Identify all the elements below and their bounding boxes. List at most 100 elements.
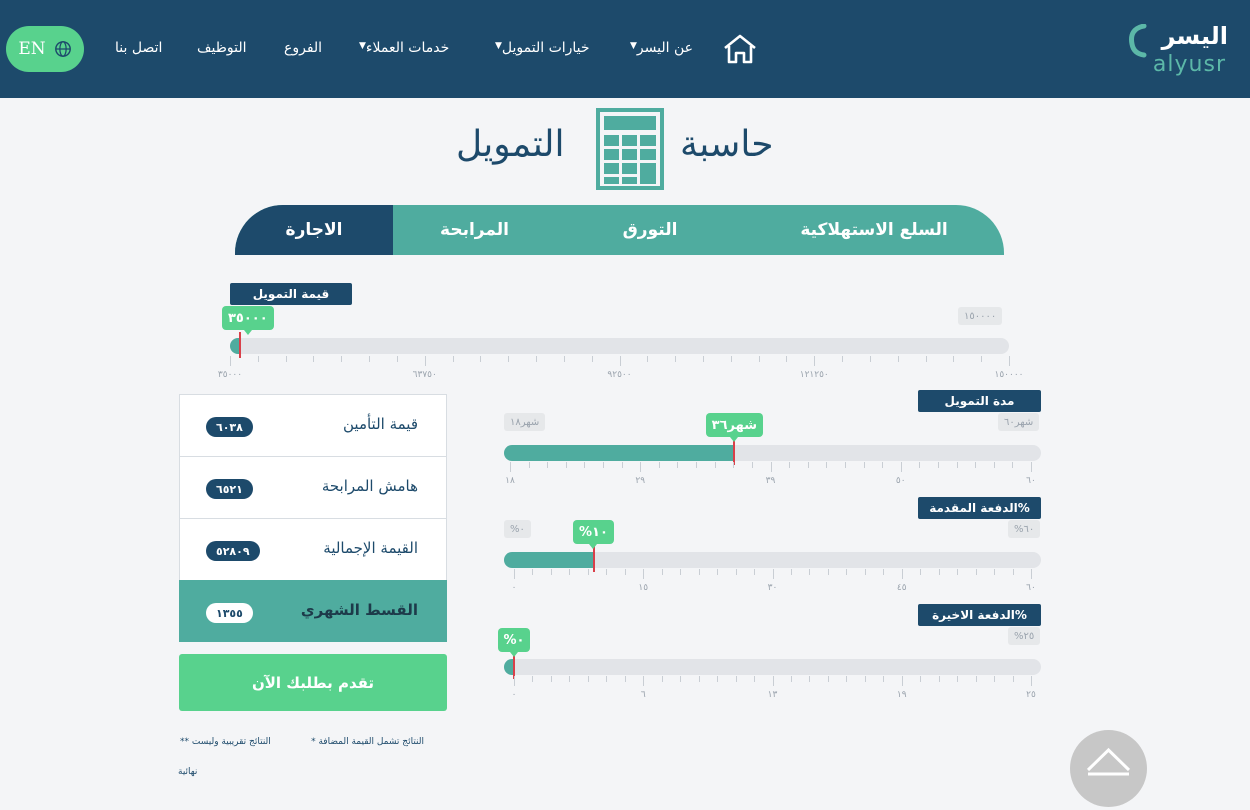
amount-slider-ticks: ٣٥٠٠٠ ٦٣٧٥٠ ٩٢٥٠٠ ١٢١٢٥٠ ١٥٠٠٠٠ <box>218 356 1024 380</box>
slider-tick <box>790 676 792 682</box>
slider-tick <box>844 462 846 468</box>
amount-slider-track[interactable] <box>230 332 1009 358</box>
slider-tick <box>702 356 704 362</box>
slider-tick <box>514 676 515 686</box>
result-row-insurance: قيمة التأمين ٦٠٣٨ <box>179 394 447 456</box>
slider-tick <box>754 569 756 575</box>
slider-tick-label: ١٥٠٠٠٠ <box>994 370 1024 380</box>
downpayment-slider-fill <box>504 552 594 568</box>
slider-tick <box>827 569 829 575</box>
slider-tick <box>975 462 977 468</box>
language-label: EN <box>18 39 46 59</box>
nav-contact-link[interactable]: اتصل بنا <box>115 40 162 56</box>
language-toggle-button[interactable]: EN <box>6 26 84 72</box>
slider-tick <box>680 676 682 682</box>
duration-slider-track[interactable] <box>504 439 1041 465</box>
slider-tick <box>587 676 589 682</box>
slider-tick <box>953 356 955 362</box>
result-row-monthly-installment: القسط الشهري ١٣٥٥ <box>179 580 447 642</box>
slider-tick <box>584 462 586 468</box>
slider-tick <box>661 676 663 682</box>
result-label: قيمة التأمين <box>343 415 418 433</box>
slider-tick <box>735 569 737 575</box>
slider-tick <box>480 356 482 362</box>
slider-tick <box>993 462 995 468</box>
slider-tick <box>897 356 899 362</box>
slider-tick <box>591 356 593 362</box>
slider-tick <box>514 569 515 579</box>
result-value: ١٣٥٥ <box>206 603 253 623</box>
downpayment-max-badge: %٦٠ <box>1008 520 1041 538</box>
final-payment-slider-track[interactable] <box>504 653 1041 679</box>
slider-tick-label: ٣٥٠٠٠ <box>217 370 243 380</box>
duration-slider-ticks: ١٨ ٢٩ ٣٩ ٥٠ ٦٠ <box>505 462 1036 486</box>
slider-tick <box>826 462 828 468</box>
chevron-down-icon: ▼ <box>495 41 502 51</box>
nav-financing-options-menu[interactable]: ▼خيارات التمويل <box>493 40 590 56</box>
chevron-down-icon: ▼ <box>630 41 637 51</box>
final-payment-value-bubble: %٠ <box>497 628 531 657</box>
slider-tick <box>809 676 811 682</box>
tab-tawarruq[interactable]: التورق <box>556 205 744 255</box>
slider-tick <box>698 676 700 682</box>
slider-tick <box>730 356 732 362</box>
tab-consumer-goods[interactable]: السلع الاستهلاكية <box>744 205 1004 255</box>
slider-tick <box>714 462 716 468</box>
nav-customer-services-menu[interactable]: ▼خدمات العملاء <box>357 40 449 56</box>
slider-tick <box>920 569 922 575</box>
home-icon[interactable] <box>722 33 758 65</box>
slider-tick-label: ٩٢٥٠٠ <box>607 370 632 380</box>
vat-note: * النتائج تشمل القيمة المضافة <box>311 737 424 747</box>
slider-tick-label: ٥٠ <box>895 476 906 486</box>
slider-tick <box>532 569 534 575</box>
company-logo[interactable]: اليسر alyusr <box>1128 18 1228 80</box>
slider-tick <box>814 356 816 366</box>
slider-tick <box>938 676 940 682</box>
amount-slider-handle[interactable] <box>239 332 241 358</box>
slider-tick-label: ٤٥ <box>896 583 907 593</box>
slider-tick <box>643 569 645 579</box>
slider-tick-label: ٣٩ <box>765 476 776 486</box>
slider-tick <box>1031 569 1032 579</box>
apply-now-button[interactable]: تقدم بطلبك الآن <box>179 654 447 711</box>
final-payment-slider-ticks: ٠ ٦ ١٣ ١٩ ٢٥ <box>512 676 1036 700</box>
amount-max-badge: ١٥٠٠٠٠ <box>958 307 1003 325</box>
slider-tick <box>624 569 626 575</box>
slider-tick <box>807 462 809 468</box>
slider-tick <box>882 462 884 468</box>
chevron-up-icon <box>1086 747 1131 776</box>
slider-tick <box>452 356 454 362</box>
slider-tick <box>956 462 958 468</box>
slider-tick <box>587 569 589 575</box>
slider-tick <box>508 356 510 362</box>
nav-branches-link[interactable]: الفروع <box>284 40 322 56</box>
slider-tick <box>717 569 719 575</box>
slider-tick <box>717 676 719 682</box>
top-navigation-bar: EN اتصل بنا التوظيف الفروع ▼خدمات العملا… <box>0 0 1250 98</box>
nav-customer-services-label: خدمات العملاء <box>365 40 450 56</box>
slider-tick <box>563 356 565 362</box>
slider-tick <box>733 462 735 468</box>
tab-murabaha[interactable]: المرابحة <box>393 205 556 255</box>
slider-tick <box>809 569 811 575</box>
nav-jobs-link[interactable]: التوظيف <box>197 40 246 56</box>
slider-tick <box>846 569 848 575</box>
result-value: ٦٠٣٨ <box>206 417 253 437</box>
downpayment-slider-track[interactable] <box>504 546 1041 572</box>
slider-tick <box>621 462 623 468</box>
slider-tick <box>396 356 398 362</box>
slider-tick-label: ٦٠ <box>1026 583 1036 593</box>
scroll-to-top-button[interactable] <box>1070 730 1147 807</box>
slider-tick <box>900 462 902 472</box>
slider-tick <box>994 676 996 682</box>
slider-tick <box>937 462 939 468</box>
slider-tick <box>1009 356 1010 366</box>
page-title-calculator: حاسبة <box>680 124 774 165</box>
duration-value-bubble: شهر٣٦ <box>705 413 763 442</box>
tab-ijara[interactable]: الاجارة <box>235 205 393 255</box>
slider-tick <box>846 676 848 682</box>
nav-about-menu[interactable]: ▼عن اليسر <box>628 40 693 56</box>
slider-tick <box>772 569 774 579</box>
slider-tick <box>957 569 959 575</box>
nav-financing-options-label: خيارات التمويل <box>501 40 590 56</box>
